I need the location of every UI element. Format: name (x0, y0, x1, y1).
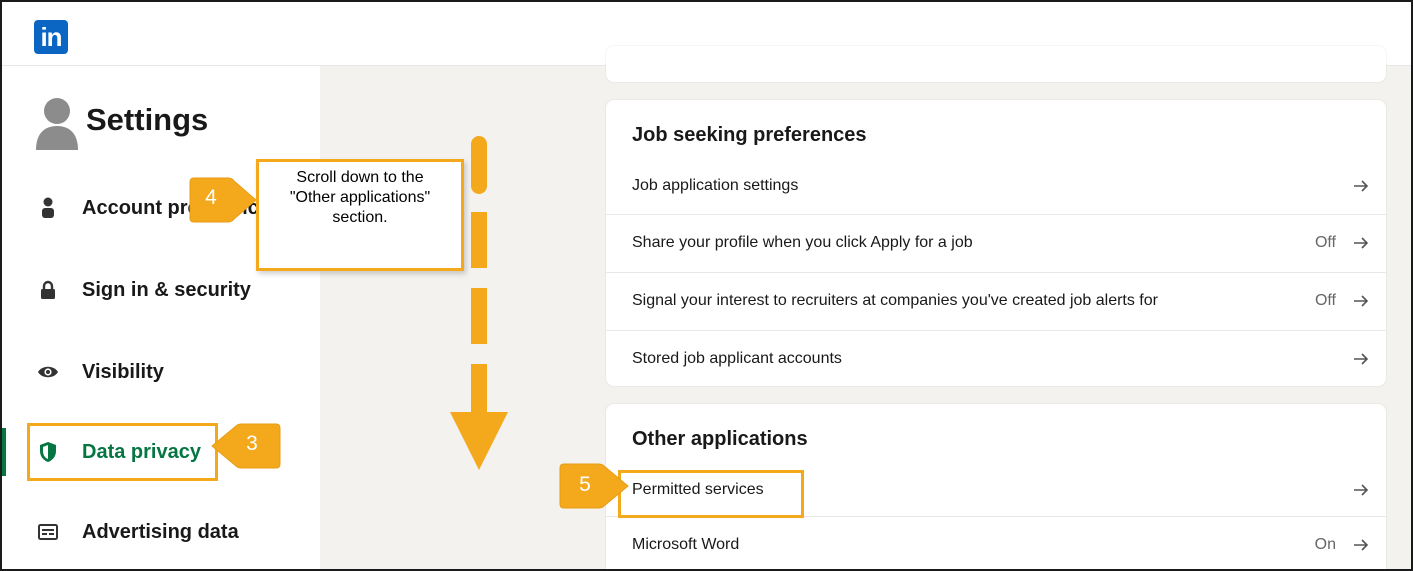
browser-frame: in Settings Account preferences Sign in … (0, 0, 1413, 571)
arrow-right-icon (1352, 535, 1370, 555)
sidebar-item-label: Advertising data (82, 520, 239, 543)
row-label: Share your profile when you click Apply … (632, 234, 973, 251)
section-title: Job seeking preferences (632, 124, 867, 146)
annotation-note: Scroll down to the "Other applications" … (256, 159, 464, 271)
settings-main-content: Job seeking preferences Job application … (320, 46, 1411, 569)
share-profile-apply-row[interactable]: Share your profile when you click Apply … (606, 214, 1386, 272)
ad-icon (36, 520, 60, 544)
lock-icon (36, 278, 60, 302)
step-number: 4 (205, 186, 217, 209)
row-label: Microsoft Word (632, 536, 740, 553)
signal-interest-recruiters-row[interactable]: Signal your interest to recruiters at co… (606, 272, 1386, 330)
settings-sidebar: Settings Account preferences Sign in & s… (2, 66, 320, 569)
arrow-right-icon (1352, 233, 1370, 253)
sidebar-item-visibility[interactable]: Visibility (2, 348, 320, 396)
avatar-icon (36, 98, 78, 150)
row-label: Job application settings (632, 177, 799, 194)
person-icon (36, 196, 60, 220)
stored-job-applicant-accounts-row[interactable]: Stored job applicant accounts (606, 330, 1386, 388)
annotation-note-line: "Other applications" (289, 189, 431, 206)
arrow-right-icon (1352, 291, 1370, 311)
step-number: 3 (246, 432, 258, 455)
sidebar-item-label: Visibility (82, 360, 164, 383)
row-label: Signal your interest to recruiters at co… (632, 292, 1158, 309)
status-text: Off (1314, 292, 1336, 309)
job-application-settings-row[interactable]: Job application settings (606, 158, 1386, 216)
annotation-note-line: Scroll down to the (296, 169, 424, 186)
sidebar-item-sign-in-security[interactable]: Sign in & security (2, 266, 320, 314)
sidebar-item-label: Sign in & security (82, 278, 251, 301)
arrow-right-icon (1352, 349, 1370, 369)
annotation-note-line: section. (332, 209, 388, 226)
row-label: Stored job applicant accounts (632, 350, 842, 367)
arrow-right-icon (1352, 480, 1370, 500)
section-title: Other applications (632, 428, 808, 450)
highlight-data-privacy (27, 423, 218, 481)
sidebar-item-advertising-data[interactable]: Advertising data (2, 508, 320, 556)
eye-icon (36, 360, 60, 384)
step-number: 5 (579, 473, 591, 496)
linkedin-logo[interactable]: in (34, 20, 68, 54)
previous-section-card (606, 46, 1386, 82)
arrow-right-icon (1352, 176, 1370, 196)
highlight-permitted-services (618, 470, 804, 518)
microsoft-word-row[interactable]: Microsoft Word On (606, 516, 1386, 569)
job-seeking-preferences-card: Job seeking preferences Job application … (606, 100, 1386, 386)
status-text: Off (1314, 234, 1336, 251)
status-text: On (1314, 536, 1336, 553)
page-title: Settings (86, 102, 209, 137)
